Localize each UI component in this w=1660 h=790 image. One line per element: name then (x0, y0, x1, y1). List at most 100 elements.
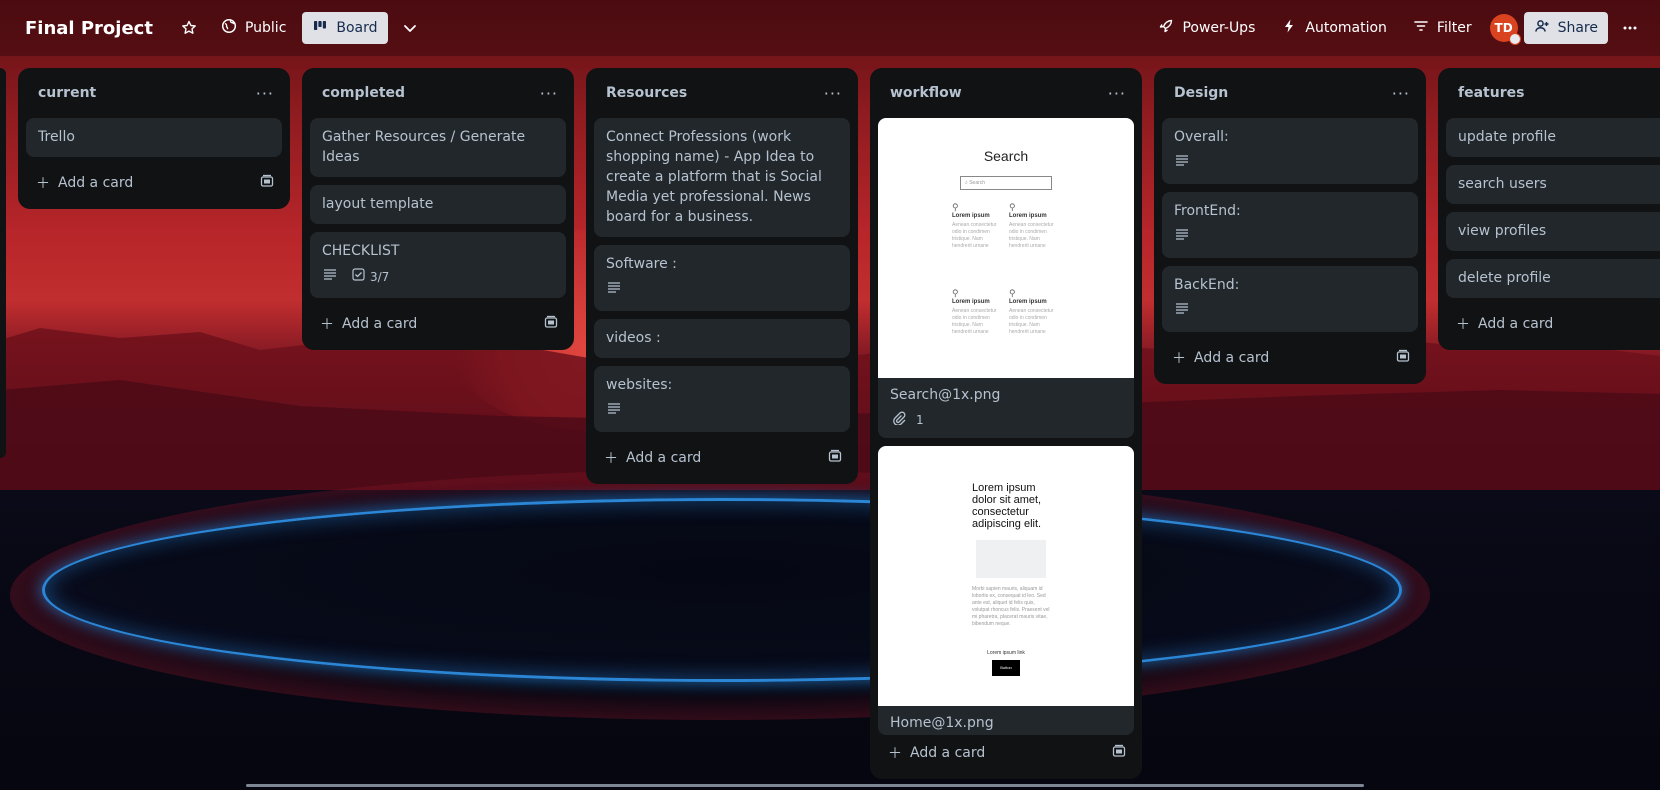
list-workflow: workflow ··· Search ⌕ Search ⚲ Lorem ipsu… (870, 68, 1142, 779)
board-title[interactable]: Final Project (25, 18, 153, 39)
add-card-label: Add a card (58, 175, 134, 191)
more-icon[interactable]: ··· (1392, 84, 1410, 103)
template-icon[interactable] (1396, 349, 1410, 367)
card[interactable]: Software : (594, 245, 850, 311)
template-icon[interactable] (1112, 744, 1126, 762)
card-badges (606, 279, 838, 301)
card[interactable]: delete profile (1446, 259, 1660, 298)
preview-item-body: Aenean consectetur odio in condimen tris… (952, 222, 997, 249)
card-title: search users (1458, 176, 1547, 192)
template-icon[interactable] (828, 449, 842, 467)
card-title: Software : (606, 256, 677, 272)
card-title: Overall: (1174, 129, 1229, 145)
preview-item: ⚲ Lorem ipsum Aenean consectetur odio in c… (952, 203, 1003, 250)
card[interactable]: videos : (594, 319, 850, 358)
list-header: Design ··· (1162, 68, 1418, 118)
filter-button[interactable]: Filter (1403, 12, 1482, 44)
card-badges: 3/7 (322, 266, 554, 288)
share-label: Share (1557, 20, 1598, 36)
preview-item: ⚲ Lorem ipsum Aenean consectetur odio in c… (1009, 203, 1060, 250)
template-icon[interactable] (260, 174, 274, 192)
card[interactable]: FrontEnd: (1162, 192, 1418, 258)
more-icon[interactable]: ··· (1108, 84, 1126, 103)
description-icon (606, 400, 622, 422)
add-card-button[interactable]: ＋ Add a card (26, 165, 282, 201)
list-completed: completed ··· Gather Resources / Generat… (302, 68, 574, 350)
preview-item-body: Aenean consectetur odio in condimen tris… (1009, 222, 1054, 249)
visibility-button[interactable]: Public (211, 12, 296, 44)
card[interactable]: websites: (594, 366, 850, 432)
card[interactable]: Overall: (1162, 118, 1418, 184)
more-icon[interactable]: ··· (256, 84, 274, 103)
card[interactable]: search users (1446, 165, 1660, 204)
horizontal-scrollbar[interactable] (246, 784, 1364, 787)
preview-button: Button (992, 660, 1020, 676)
card[interactable]: layout template (310, 185, 566, 224)
globe-icon (221, 18, 237, 38)
attachment-count: 1 (916, 412, 924, 427)
list-title[interactable]: features (1458, 85, 1524, 101)
card-title: FrontEnd: (1174, 203, 1241, 219)
preview-item-body: Aenean consectetur odio in condimen tris… (1009, 308, 1054, 335)
preview-item-title: Lorem ipsum (1009, 299, 1047, 305)
card[interactable]: view profiles (1446, 212, 1660, 251)
visibility-label: Public (244, 20, 287, 36)
card-title: update profile (1458, 129, 1556, 145)
list-title[interactable]: Design (1174, 85, 1228, 101)
share-button[interactable]: Share (1523, 12, 1608, 44)
more-icon[interactable] (1614, 12, 1646, 44)
add-card-button[interactable]: ＋ Add a card (878, 735, 1134, 771)
list-edge-partial (0, 68, 6, 458)
list-title[interactable]: Resources (606, 85, 687, 101)
attachment-icon (892, 411, 906, 428)
add-card-button[interactable]: ＋ Add a card (1446, 306, 1652, 342)
automation-button[interactable]: Automation (1271, 12, 1397, 44)
card-badges: 1 (878, 407, 1134, 438)
filter-icon (1413, 18, 1429, 38)
add-card-button[interactable]: ＋ Add a card (594, 440, 850, 476)
list-title[interactable]: current (38, 85, 96, 101)
list-title[interactable]: workflow (890, 85, 962, 101)
card[interactable]: BackEnd: (1162, 266, 1418, 332)
description-icon (606, 279, 622, 301)
chevron-down-icon[interactable] (394, 12, 426, 44)
template-icon[interactable] (544, 315, 558, 333)
more-icon[interactable]: ··· (824, 84, 842, 103)
filter-label: Filter (1436, 20, 1472, 36)
view-board-button[interactable]: Board (302, 12, 388, 44)
list-resources: Resources ··· Connect Professions (work … (586, 68, 858, 484)
card-title: delete profile (1458, 270, 1551, 286)
plus-icon: ＋ (320, 317, 334, 333)
list-title[interactable]: completed (322, 85, 405, 101)
add-card-button[interactable]: ＋ Add a card (310, 306, 566, 342)
image-placeholder-icon (976, 540, 1046, 578)
board-icon (312, 18, 328, 38)
preview-item: ⚲ Lorem ipsum Aenean consectetur odio in c… (1009, 289, 1060, 336)
card[interactable]: update profile (1446, 118, 1660, 157)
card[interactable]: Trello (26, 118, 282, 157)
card[interactable]: Gather Resources / Generate Ideas (310, 118, 566, 177)
card-badges (1174, 152, 1406, 174)
list-current: current ··· Trello ＋ Add a card (18, 68, 290, 209)
add-member-icon (1534, 18, 1550, 38)
description-icon (1174, 300, 1190, 322)
card[interactable]: CHECKLIST 3/7 (310, 232, 566, 298)
checklist-count: 3/7 (370, 270, 390, 284)
list-header: current ··· (26, 68, 282, 118)
card-badges (606, 400, 838, 422)
card-title: BackEnd: (1174, 277, 1240, 293)
card[interactable]: Search ⌕ Search ⚲ Lorem ipsum Aenean conse… (878, 118, 1134, 438)
add-card-label: Add a card (910, 745, 986, 761)
add-card-button[interactable]: ＋ Add a card (1162, 340, 1418, 376)
avatar-initials: TD (1494, 21, 1513, 35)
card[interactable]: Lorem ipsum dolor sit amet, consectetur … (878, 446, 1134, 735)
star-icon[interactable] (173, 12, 205, 44)
powerups-button[interactable]: Power-Ups (1148, 12, 1265, 44)
avatar[interactable]: TD (1489, 14, 1521, 45)
preview-body: Morbi sapien mauris, aliquam id lobortis… (972, 586, 1050, 627)
more-icon[interactable]: ··· (540, 84, 558, 103)
card-badges (1174, 226, 1406, 248)
card[interactable]: Connect Professions (work shopping name)… (594, 118, 850, 237)
plus-icon: ＋ (1456, 317, 1470, 333)
add-card-label: Add a card (626, 450, 702, 466)
